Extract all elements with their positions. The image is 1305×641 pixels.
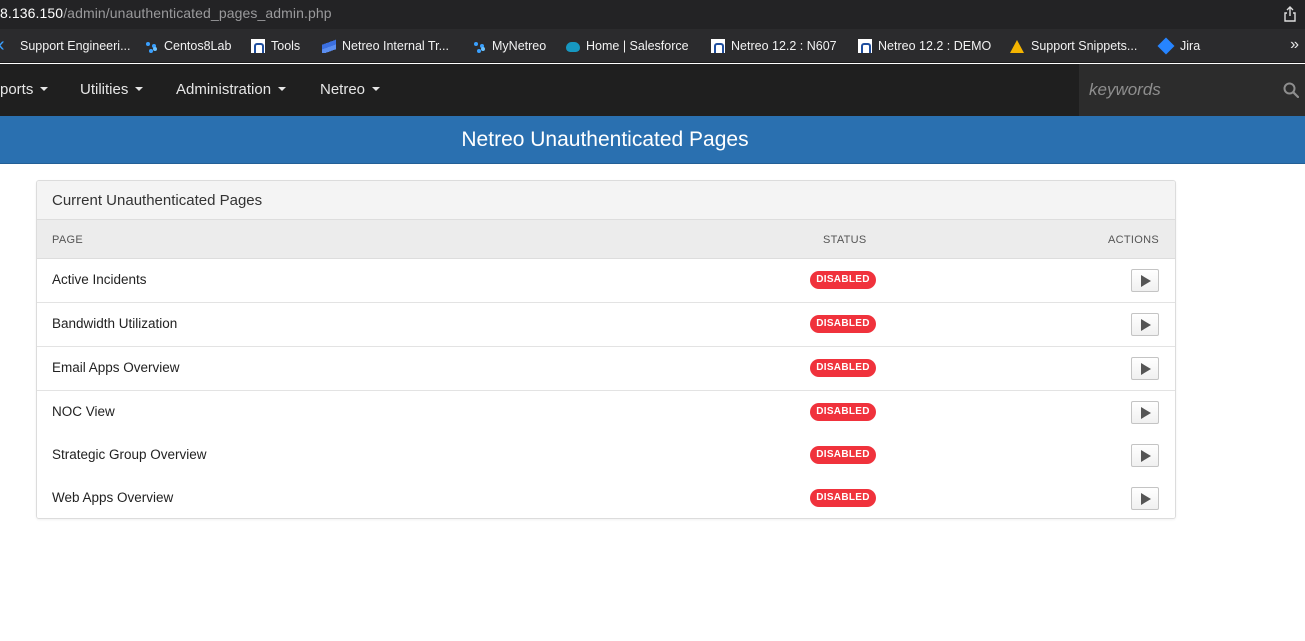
bookmark-label: MyNetreo: [492, 39, 547, 53]
nav-label: Netreo: [320, 81, 366, 98]
share-icon[interactable]: [1283, 6, 1297, 22]
url-text[interactable]: 8.136.150/admin/unauthenticated_pages_ad…: [0, 5, 332, 21]
page-name: Strategic Group Overview: [52, 447, 207, 462]
table-row: Web Apps Overview DISABLED: [37, 477, 1175, 518]
nav-netreo-menu[interactable]: Netreo: [320, 64, 381, 116]
wave-icon: [322, 39, 336, 53]
page-name: Bandwidth Utilization: [52, 316, 178, 331]
play-icon: [1141, 319, 1151, 331]
netreo-icon: [251, 39, 265, 53]
table-row: Bandwidth Utilization DISABLED: [37, 303, 1175, 347]
search-box: [1079, 64, 1305, 116]
status-badge: DISABLED: [810, 359, 876, 377]
bookmark-support-snippets[interactable]: Support Snippets...: [1010, 38, 1137, 54]
caret-down-icon: [40, 87, 49, 92]
search-input[interactable]: [1079, 64, 1269, 116]
nav-label: Utilities: [80, 81, 129, 98]
more-bookmarks-chevron-icon[interactable]: »: [1290, 36, 1299, 54]
column-header-page: PAGE: [52, 234, 83, 246]
bookmark-tools[interactable]: Tools: [251, 38, 300, 54]
play-icon: [1141, 407, 1151, 419]
jira-icon: [1157, 37, 1175, 55]
page-name: NOC View: [52, 404, 115, 419]
status-badge: DISABLED: [810, 446, 876, 464]
caret-down-icon: [372, 87, 381, 92]
url-path: /admin/unauthenticated_pages_admin.php: [63, 5, 332, 21]
bookmark-netreo-demo[interactable]: Netreo 12.2 : DEMO: [858, 38, 991, 54]
bookmark-label: Tools: [271, 39, 301, 53]
url-host: 8.136.150: [0, 5, 64, 21]
page-name: Active Incidents: [52, 272, 147, 287]
table-row: Strategic Group Overview DISABLED: [37, 434, 1175, 478]
status-badge: DISABLED: [810, 403, 876, 421]
status-badge: DISABLED: [810, 315, 876, 333]
search-icon[interactable]: [1283, 82, 1299, 98]
enable-page-button[interactable]: [1131, 269, 1159, 292]
bookmark-label: Netreo Internal Tr...: [342, 39, 449, 53]
nav-utilities-menu[interactable]: Utilities: [80, 64, 144, 116]
play-icon: [1141, 275, 1151, 287]
table-row: NOC View DISABLED: [37, 391, 1175, 435]
bookmark-label: Support Snippets...: [1031, 39, 1138, 53]
nav-label: ports: [0, 81, 34, 98]
bookmark-support-engineering[interactable]: Support Engineeri...: [0, 34, 131, 57]
bookmark-netreo-internal[interactable]: Netreo Internal Tr...: [322, 38, 449, 54]
enable-page-button[interactable]: [1131, 444, 1159, 467]
dots-icon: [144, 39, 158, 53]
play-icon: [1141, 493, 1151, 505]
bookmark-salesforce[interactable]: Home | Salesforce: [566, 38, 689, 54]
bookmark-mynetreo[interactable]: MyNetreo: [472, 38, 546, 54]
page-name: Email Apps Overview: [52, 360, 180, 375]
status-badge: DISABLED: [810, 271, 876, 289]
enable-page-button[interactable]: [1131, 487, 1159, 510]
nav-administration-menu[interactable]: Administration: [176, 64, 287, 116]
salesforce-cloud-icon: [566, 42, 580, 52]
main-navbar: ports Utilities Administration Netreo: [0, 64, 1305, 116]
table-row: Email Apps Overview DISABLED: [37, 347, 1175, 391]
table-header: PAGE STATUS ACTIONS: [37, 220, 1175, 259]
bookmark-label: Support Engineeri...: [20, 39, 131, 53]
bookmark-label: Netreo 12.2 : N607: [731, 39, 837, 53]
nav-reports-menu[interactable]: ports: [0, 64, 49, 116]
bookmark-centos8lab[interactable]: Centos8Lab: [144, 38, 231, 54]
bookmark-jira[interactable]: Jira: [1157, 37, 1201, 55]
enable-page-button[interactable]: [1131, 357, 1159, 380]
bookmark-label: Netreo 12.2 : DEMO: [878, 39, 992, 53]
panel-heading-text: Current Unauthenticated Pages: [52, 192, 263, 209]
chevron-icon: [0, 34, 14, 57]
page-title-band: Netreo Unauthenticated Pages: [0, 116, 1305, 164]
bookmark-label: Jira: [1180, 39, 1201, 53]
page-title: Netreo Unauthenticated Pages: [461, 128, 749, 151]
table-row: Active Incidents DISABLED: [37, 259, 1175, 303]
panel-heading: Current Unauthenticated Pages: [37, 181, 1175, 220]
netreo-icon: [711, 39, 725, 53]
status-badge: DISABLED: [810, 489, 876, 507]
caret-down-icon: [278, 87, 287, 92]
bookmarks-bar: Support Engineeri... Centos8Lab Tools Ne…: [0, 29, 1305, 63]
page-name: Web Apps Overview: [52, 490, 174, 505]
play-icon: [1141, 363, 1151, 375]
dots-icon: [472, 39, 486, 53]
caret-down-icon: [135, 87, 144, 92]
browser-url-bar[interactable]: 8.136.150/admin/unauthenticated_pages_ad…: [0, 0, 1305, 29]
google-drive-icon: [1010, 39, 1024, 53]
netreo-icon: [858, 39, 872, 53]
column-header-status: STATUS: [823, 234, 867, 246]
bookmark-netreo-n607[interactable]: Netreo 12.2 : N607: [711, 38, 837, 54]
nav-label: Administration: [176, 81, 272, 98]
play-icon: [1141, 450, 1151, 462]
bookmark-label: Centos8Lab: [164, 39, 232, 53]
column-header-actions: ACTIONS: [1108, 234, 1159, 246]
enable-page-button[interactable]: [1131, 401, 1159, 424]
bookmark-label: Home | Salesforce: [586, 39, 689, 53]
enable-page-button[interactable]: [1131, 313, 1159, 336]
unauthenticated-pages-panel: Current Unauthenticated Pages PAGE STATU…: [36, 180, 1176, 519]
